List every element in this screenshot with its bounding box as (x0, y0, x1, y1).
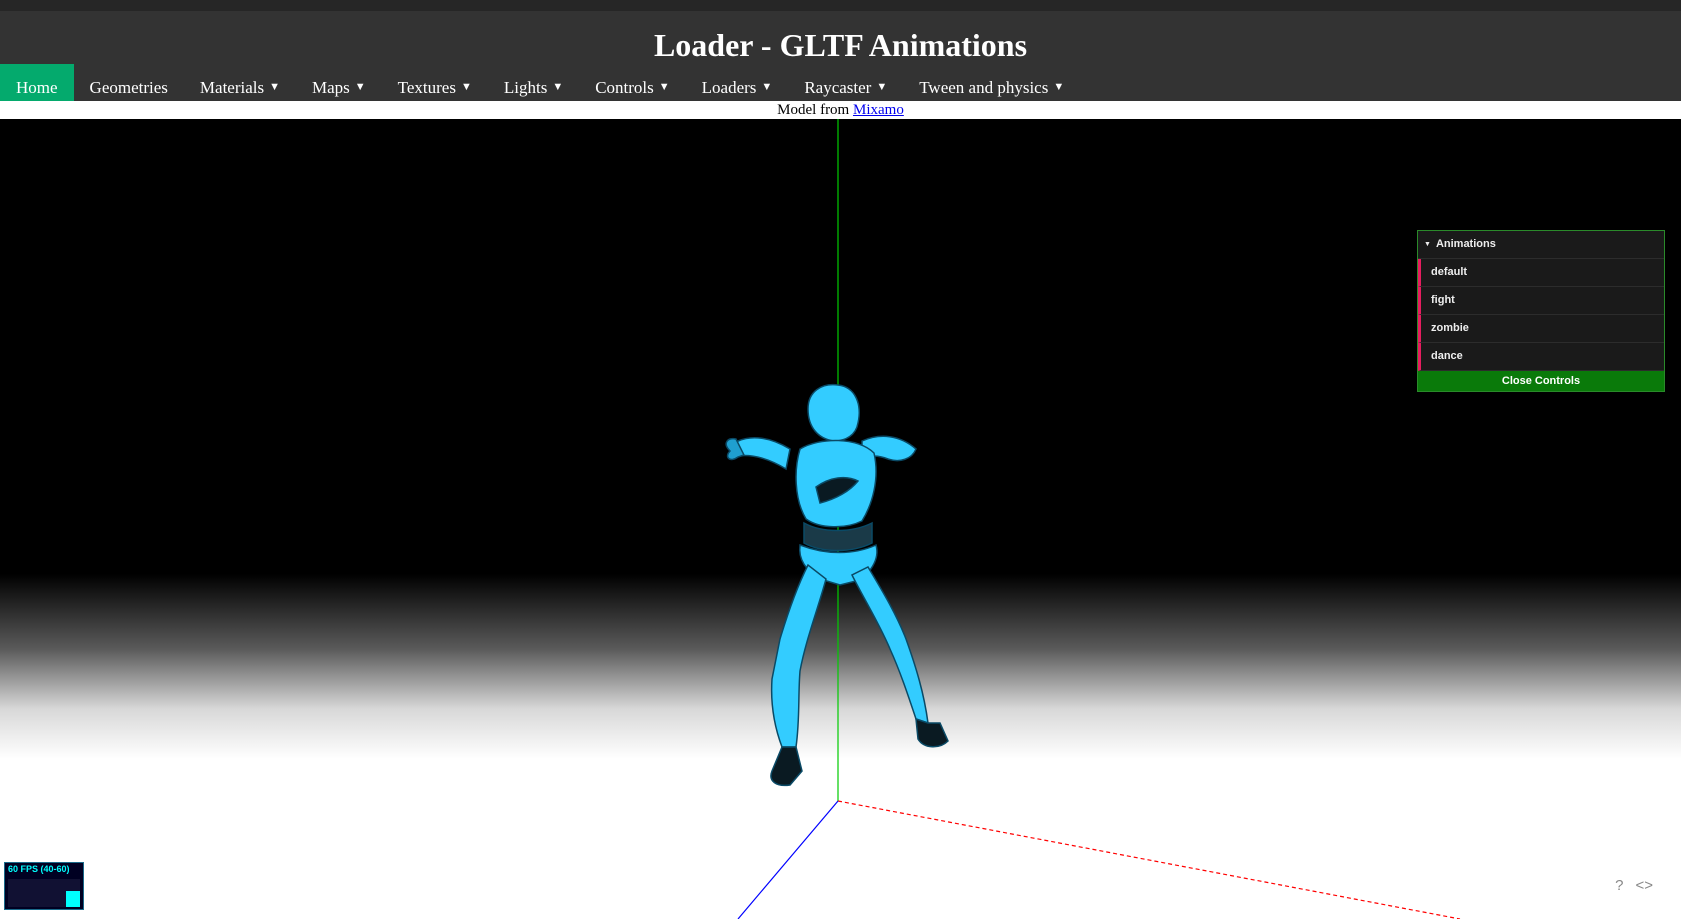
caret-down-icon: ▼ (658, 81, 670, 93)
animation-fight-button[interactable]: fight (1418, 287, 1664, 315)
caret-down-icon: ▼ (460, 81, 472, 93)
model-credit: Model from Mixamo (0, 101, 1681, 119)
nav-label: Raycaster (804, 78, 872, 97)
nav-label: Loaders (701, 78, 757, 97)
nav-label: Home (16, 78, 58, 97)
triangle-down-icon: ▼ (1424, 241, 1431, 248)
caret-down-icon: ▼ (269, 81, 280, 93)
animation-label: zombie (1431, 322, 1469, 334)
animation-label: dance (1431, 350, 1463, 362)
folder-label: Animations (1435, 238, 1496, 250)
mixamo-link[interactable]: Mixamo (853, 102, 904, 118)
caret-down-icon: ▼ (1053, 81, 1065, 93)
fps-stats-panel[interactable]: 60 FPS (40-60) (4, 862, 84, 910)
nav-label: Textures (397, 78, 456, 97)
animation-controls-panel: ▼ Animations default fight zombie dance C… (1417, 230, 1665, 392)
z-axis-line (737, 800, 839, 919)
caret-down-icon: ▼ (354, 81, 366, 93)
fps-graph-bar (66, 891, 80, 907)
caret-down-icon: ▼ (552, 81, 564, 93)
credit-prefix: Model from (777, 102, 853, 118)
fps-graph (8, 879, 80, 907)
animation-default-button[interactable]: default (1418, 259, 1664, 287)
animations-folder-header[interactable]: ▼ Animations (1418, 231, 1664, 259)
x-axis-line (837, 800, 1461, 919)
animation-label: fight (1431, 294, 1455, 306)
caret-down-icon: ▼ (876, 81, 888, 93)
animation-zombie-button[interactable]: zombie (1418, 315, 1664, 343)
close-controls-button[interactable]: Close Controls (1418, 371, 1664, 391)
animation-label: default (1431, 266, 1468, 278)
top-bar: Loader - GLTF Animations Home Geometries… (0, 0, 1681, 112)
nav-label: Geometries (89, 78, 168, 97)
help-link[interactable]: ? (1615, 877, 1623, 894)
caret-down-icon: ▼ (761, 81, 773, 93)
nav-label: Lights (503, 78, 548, 97)
nav-label: Controls (595, 78, 654, 97)
nav-label: Tween and physics (919, 78, 1049, 97)
corner-links: ? <> (1615, 877, 1653, 894)
page-title: Loader - GLTF Animations (653, 27, 1028, 63)
nav-label: Materials (199, 78, 265, 97)
fps-readout: 60 FPS (40-60) (8, 864, 70, 874)
animated-character-model (725, 383, 949, 787)
animation-dance-button[interactable]: dance (1418, 343, 1664, 371)
view-source-link[interactable]: <> (1635, 877, 1653, 894)
nav-label: Maps (312, 78, 350, 97)
